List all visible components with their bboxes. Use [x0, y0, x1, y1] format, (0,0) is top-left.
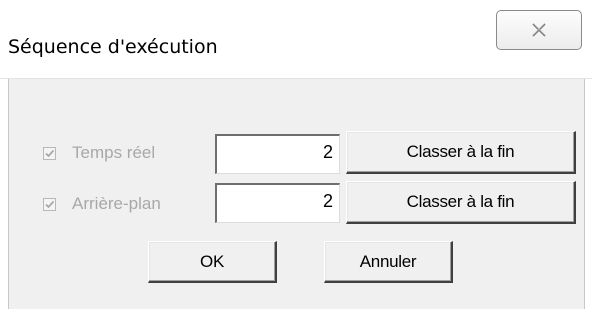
ok-button[interactable]: OK	[148, 241, 277, 283]
temps-reel-value-field[interactable]: 2	[215, 134, 340, 174]
dialog-window: Séquence d'exécution Temps réel 2 Classe…	[0, 0, 592, 309]
classer-a-la-fin-button-temps-reel[interactable]: Classer à la fin	[346, 131, 576, 174]
classer-a-la-fin-button-arriere-plan[interactable]: Classer à la fin	[346, 181, 576, 224]
checkmark-icon	[45, 200, 55, 209]
cancel-button[interactable]: Annuler	[324, 241, 453, 283]
checkmark-icon	[45, 149, 55, 158]
dialog-body: Temps réel 2 Classer à la fin Arrière-pl…	[8, 79, 585, 309]
close-button[interactable]	[496, 10, 582, 50]
window-title: Séquence d'exécution	[8, 36, 218, 58]
close-x-icon	[531, 22, 547, 38]
checkbox-arriere-plan[interactable]	[43, 198, 56, 211]
checkbox-label-temps-reel: Temps réel	[72, 143, 156, 162]
title-bar[interactable]: Séquence d'exécution	[0, 0, 592, 79]
checkbox-temps-reel[interactable]	[43, 147, 56, 160]
arriere-plan-value-field[interactable]: 2	[215, 183, 340, 223]
checkbox-label-arriere-plan: Arrière-plan	[72, 194, 161, 213]
